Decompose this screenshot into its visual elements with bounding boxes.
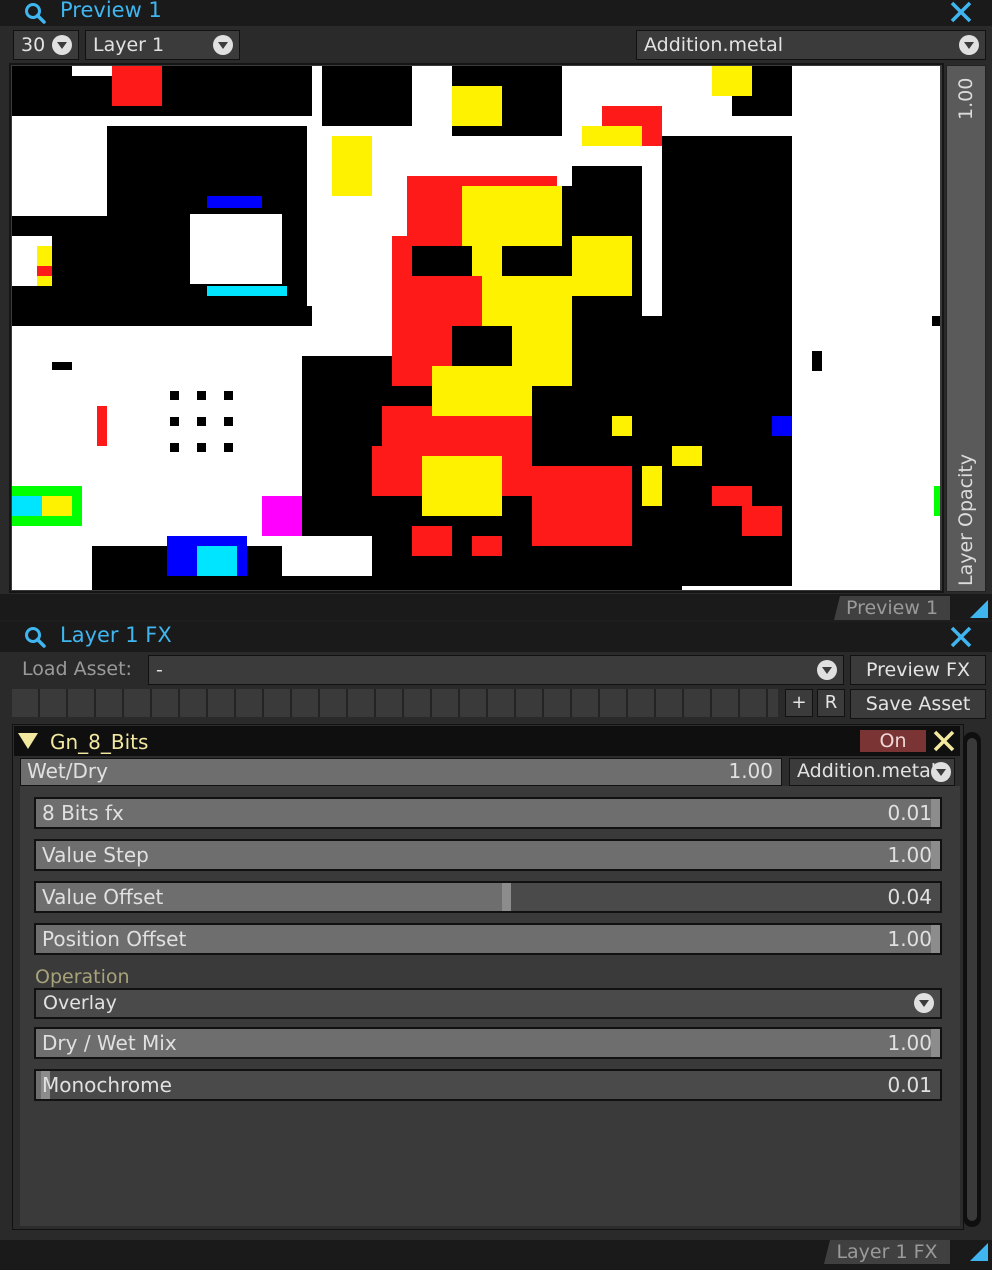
remove-effect-icon[interactable] [933,730,955,752]
chevron-down-icon [914,993,934,1013]
param-value: 1.00 [887,927,932,951]
param-label: Monochrome [42,1073,172,1097]
resize-corner-icon[interactable] [970,600,988,618]
effect-blend-dropdown[interactable]: Addition.metal [789,758,955,786]
reset-button[interactable]: R [817,689,845,717]
fx-title-bar: Layer 1 FX [0,622,992,652]
blend-mode-dropdown[interactable]: Addition.metal [636,30,986,60]
fps-dropdown[interactable]: 30 [13,30,79,60]
slider-handle[interactable] [931,1029,940,1057]
param-slider[interactable]: Value Offset 0.04 [34,881,942,913]
on-toggle-button[interactable]: On [860,730,926,752]
param-value: 0.04 [887,885,932,909]
collapse-triangle-icon[interactable] [18,733,38,749]
opacity-label: Layer Opacity [955,453,977,586]
fx-title: Layer 1 FX [60,623,172,647]
search-icon[interactable] [24,626,46,648]
chevron-down-icon [959,35,979,55]
preview-title: Preview 1 [60,0,162,22]
slider-fill [36,799,940,827]
operation-label: Operation [35,966,130,988]
slider-handle[interactable] [931,799,940,827]
param-value: 0.01 [887,801,932,825]
save-asset-button[interactable]: Save Asset [850,689,986,719]
operation-value: Overlay [43,992,117,1014]
load-asset-label: Load Asset: [22,658,132,680]
preview-title-bar: Preview 1 [0,0,992,26]
chevron-down-icon [931,762,951,782]
scrollbar-thumb[interactable] [967,738,977,1221]
effect-blend-value: Addition.metal [797,760,937,782]
operation-dropdown[interactable]: Overlay [34,988,942,1019]
chevron-down-icon [52,35,72,55]
wet-dry-label: Wet/Dry [27,759,108,783]
preview-image [12,66,940,590]
scrollbar-track[interactable] [963,732,981,1227]
layer-dropdown[interactable]: Layer 1 [85,30,240,60]
load-asset-value: - [156,659,163,681]
tab-layer-fx[interactable]: Layer 1 FX [824,1240,950,1264]
param-value: 1.00 [887,1031,932,1055]
param-label: Position Offset [42,927,187,951]
param-value: 1.00 [887,843,932,867]
fx-slot-strip[interactable] [12,689,778,717]
search-icon[interactable] [24,2,46,24]
preview-fx-button[interactable]: Preview FX [850,655,986,685]
wet-dry-value: 1.00 [728,759,773,783]
param-slider[interactable]: Position Offset 1.00 [34,923,942,955]
chevron-down-icon [817,660,837,680]
layer-opacity-slider[interactable]: 1.00 Layer Opacity [946,65,986,592]
param-label: Value Step [42,843,149,867]
param-slider[interactable]: Value Step 1.00 [34,839,942,871]
param-slider[interactable]: Dry / Wet Mix 1.00 [34,1027,942,1059]
add-fx-button[interactable]: + [785,689,813,717]
load-asset-dropdown[interactable]: - [148,655,844,685]
opacity-value: 1.00 [955,77,977,120]
param-label: 8 Bits fx [42,801,124,825]
blend-mode-value: Addition.metal [644,34,784,56]
slider-handle[interactable] [931,925,940,953]
param-value: 0.01 [887,1073,932,1097]
chevron-down-icon [213,35,233,55]
tab-preview[interactable]: Preview 1 [834,596,950,620]
pixelated-video-frame [12,66,940,590]
fps-value: 30 [21,34,46,56]
slider-fill [36,841,940,869]
param-slider[interactable]: Monochrome 0.01 [34,1069,942,1101]
wet-dry-slider[interactable]: Wet/Dry 1.00 [20,758,782,786]
effect-name: Gn_8_Bits [50,730,149,754]
effect-header [14,726,960,756]
close-icon[interactable] [950,626,972,648]
slider-handle[interactable] [502,883,512,911]
param-label: Value Offset [42,885,164,909]
param-slider[interactable]: 8 Bits fx 0.01 [34,797,942,829]
slider-handle[interactable] [931,841,940,869]
param-label: Dry / Wet Mix [42,1031,177,1055]
layer-select-value: Layer 1 [93,34,165,56]
close-icon[interactable] [950,1,972,23]
resize-corner-icon[interactable] [970,1243,988,1261]
